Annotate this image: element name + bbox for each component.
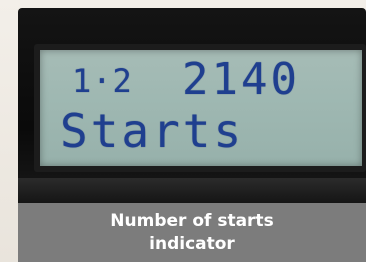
caption-text: Number of starts indicator bbox=[110, 210, 274, 254]
lcd-display: 1·2 2140 Starts bbox=[40, 50, 362, 166]
device-mount-bar bbox=[18, 178, 366, 204]
caption-band: Number of starts indicator bbox=[18, 203, 366, 262]
starts-label: Starts bbox=[60, 104, 245, 158]
start-count-value: 2140 bbox=[182, 54, 300, 105]
mode-indicator: 1·2 bbox=[72, 62, 133, 100]
